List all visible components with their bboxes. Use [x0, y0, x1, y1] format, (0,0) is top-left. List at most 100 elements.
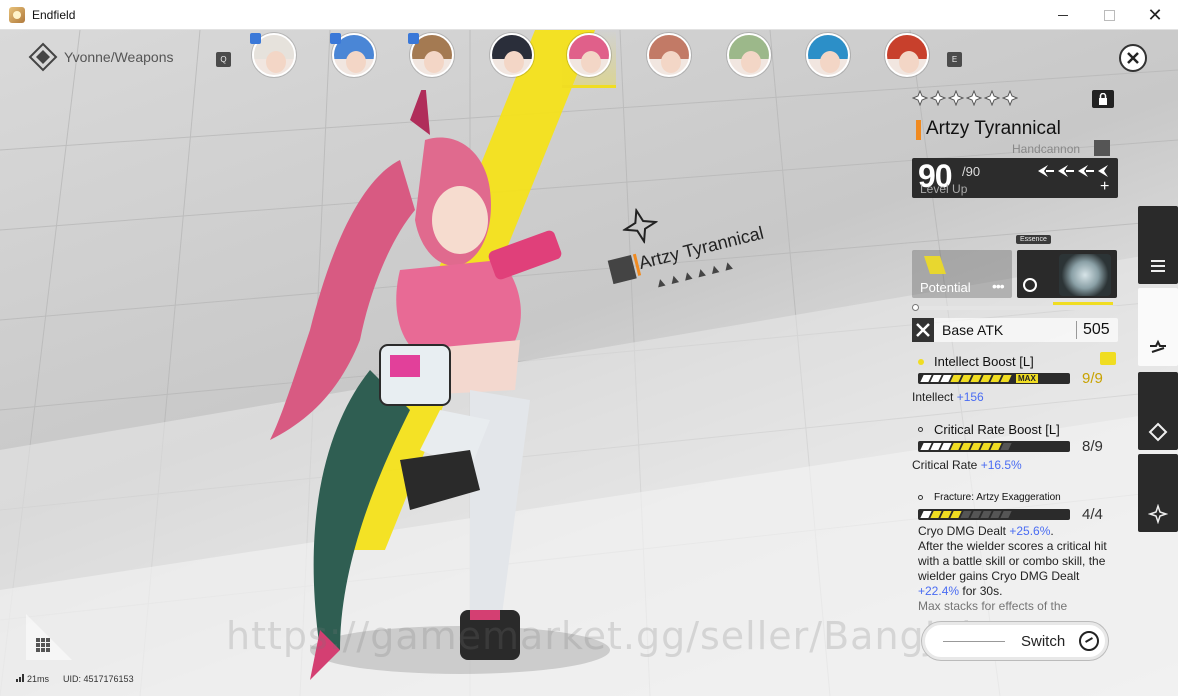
stat-count: 4/4: [1082, 506, 1103, 523]
base-atk-label: Base ATK: [942, 322, 1004, 338]
stat-segment: [1000, 511, 1012, 518]
character-portrait-7[interactable]: [727, 33, 771, 77]
fracture-line1-label: Cryo DMG Dealt: [918, 524, 1010, 538]
character-portrait-4[interactable]: [490, 33, 534, 77]
watermark-text: https://gamemarket.gg/seller/BangJoh: [226, 614, 987, 658]
next-character-key-hint[interactable]: E: [947, 52, 962, 67]
stat-count: 8/9: [1082, 438, 1103, 455]
fracture-cut-text: Max stacks for effects of the: [918, 599, 1068, 613]
portrait-face: [346, 51, 366, 73]
fracture-body-suffix: for 30s.: [959, 584, 1003, 598]
weapon-name-accent: [916, 120, 921, 140]
stat-progress-bar: MAX: [918, 373, 1070, 384]
weapon-type-mark: [607, 255, 637, 285]
stat-bullet: [918, 427, 923, 432]
maximize-button[interactable]: [1086, 0, 1132, 30]
stat-title: Intellect Boost [L]: [934, 354, 1034, 369]
stat-progress-bar: [918, 509, 1070, 520]
rarity-star-icon: [966, 90, 982, 106]
character-portrait-9[interactable]: [885, 33, 929, 77]
endfield-logo-icon: [28, 42, 58, 72]
stat-title: Critical Rate Boost [L]: [934, 422, 1060, 437]
weapon-name: Artzy Tyrannical: [926, 118, 1061, 139]
window-controls: ✕: [1040, 0, 1178, 30]
level-up-plus-icon: +: [1100, 178, 1110, 195]
potential-slider-knob[interactable]: [912, 304, 919, 311]
potential-label: Potential: [920, 280, 971, 295]
stat-progress-bar: [918, 441, 1070, 452]
portrait-face: [661, 51, 681, 73]
level-box[interactable]: 90 /90 Level Up +: [912, 158, 1118, 198]
stat-count: 9/9: [1082, 370, 1103, 387]
potential-icon: [924, 256, 946, 274]
rarity-star-icon: [948, 90, 964, 106]
stat-desc: Intellect +156: [912, 390, 1122, 405]
base-atk-row: Base ATK 505: [912, 318, 1118, 342]
switch-cycle-icon: [1079, 631, 1099, 651]
stat-segment: [1000, 375, 1012, 382]
essence-slot[interactable]: [1017, 250, 1117, 305]
essence-target-icon: [1023, 278, 1037, 292]
tab-gear[interactable]: [1138, 372, 1178, 450]
tab-list[interactable]: [1138, 206, 1178, 284]
essence-tag: Essence: [1016, 235, 1051, 244]
signal-icon: [16, 674, 24, 682]
potential-button[interactable]: Potential •••: [912, 250, 1012, 298]
team-badge-icon: [250, 33, 261, 44]
stat-title: Fracture: Artzy Exaggeration: [934, 492, 1061, 503]
fracture-description: Cryo DMG Dealt +25.6%. After the wielder…: [918, 524, 1118, 614]
minimize-button[interactable]: [1040, 0, 1086, 30]
level-up-label: Level Up: [920, 182, 968, 196]
base-atk-value: 505: [1076, 321, 1110, 339]
roster-selected-indicator: [562, 85, 616, 88]
close-icon: [1127, 52, 1139, 64]
rarity-stars: [912, 90, 1018, 106]
portrait-face: [899, 51, 919, 73]
switch-button[interactable]: Switch: [922, 622, 1108, 660]
switch-label: Switch: [1021, 633, 1066, 650]
essence-gem-icon: [1059, 254, 1111, 296]
upgrade-tag-icon: [1100, 352, 1116, 365]
essence-underline: [1053, 302, 1113, 305]
rarity-star-icon: [930, 90, 946, 106]
grid-icon: [36, 638, 50, 652]
window-title: Endfield: [32, 7, 76, 22]
window-close-button[interactable]: ✕: [1132, 0, 1178, 30]
stat-desc-label: Critical Rate: [912, 458, 981, 472]
close-panel-button[interactable]: [1119, 44, 1147, 72]
rarity-star-icon: [984, 90, 1000, 106]
stat-desc-value: +16.5%: [980, 458, 1022, 472]
lock-icon: [1099, 93, 1107, 105]
fracture-line1-value: +25.6%: [1009, 524, 1051, 538]
team-badge-icon: [408, 33, 419, 44]
potential-slider-track: [912, 306, 1118, 310]
weapon-type: Handcannon: [1012, 142, 1081, 156]
character-portrait-5[interactable]: [567, 33, 611, 77]
breadcrumb[interactable]: Yvonne/Weapons: [28, 42, 174, 72]
portrait-face: [504, 51, 524, 73]
gear-diamond-icon: [1148, 422, 1168, 442]
latency: 21ms: [16, 674, 49, 684]
max-tag: MAX: [1016, 374, 1038, 383]
lock-button[interactable]: [1092, 90, 1114, 108]
fracture-body: After the wielder scores a critical hit …: [918, 539, 1107, 583]
latency-value: 21ms: [27, 674, 50, 684]
tab-weapon[interactable]: [1138, 288, 1178, 366]
window-titlebar: Endfield ✕: [0, 0, 1178, 30]
character-portrait-6[interactable]: [647, 33, 691, 77]
character-portrait-8[interactable]: [806, 33, 850, 77]
portrait-face: [820, 51, 840, 73]
prev-character-key-hint[interactable]: Q: [216, 52, 231, 67]
list-icon: [1151, 260, 1165, 272]
potential-dots: •••: [992, 278, 1005, 294]
app-icon: [9, 6, 25, 23]
rarity-star-icon: [912, 90, 928, 106]
uid: UID: 4517176153: [63, 674, 134, 684]
shuriken-icon: [1148, 504, 1168, 524]
weapon-level-max: /90: [962, 164, 981, 179]
tab-skill[interactable]: [1138, 454, 1178, 532]
stat-segment: [1000, 443, 1012, 450]
handcannon-icon: [1094, 140, 1110, 156]
character-model: [270, 90, 562, 680]
stat-bullet: [918, 495, 923, 500]
